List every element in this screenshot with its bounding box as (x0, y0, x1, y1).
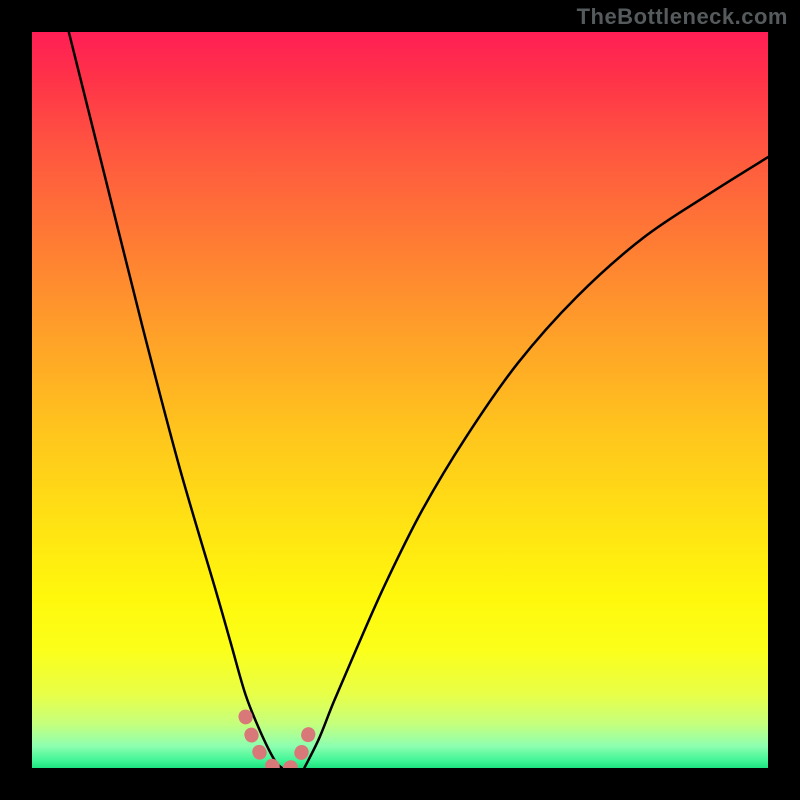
floor-marker (245, 716, 311, 768)
watermark-text: TheBottleneck.com (577, 4, 788, 30)
chart-container: TheBottleneck.com (0, 0, 800, 800)
plot-area (32, 32, 768, 768)
right-curve (304, 157, 768, 768)
curves-svg (32, 32, 768, 768)
left-curve (69, 32, 282, 768)
